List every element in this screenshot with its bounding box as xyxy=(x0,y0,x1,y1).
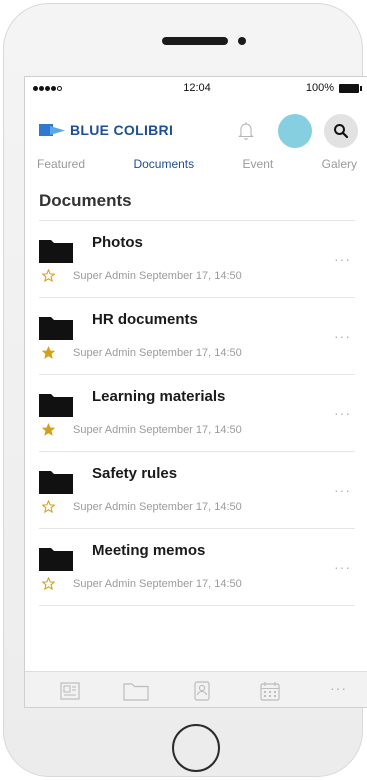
bell-icon[interactable] xyxy=(238,121,254,141)
more-options-icon[interactable]: ··· xyxy=(334,559,351,575)
phone-frame: 12:04 100% BLUE COLIBRI Featured Documen… xyxy=(3,3,367,777)
more-options-icon[interactable]: ··· xyxy=(334,251,351,267)
document-meta: Super Admin September 17, 14:50 xyxy=(73,270,242,282)
star-filled-icon[interactable] xyxy=(42,346,55,359)
document-title: Safety rules xyxy=(92,465,178,482)
calendar-icon[interactable] xyxy=(259,681,281,701)
battery-indicator: 100% xyxy=(305,82,362,94)
list-item[interactable]: HR documents Super Admin September 17, 1… xyxy=(39,298,355,375)
folder-icon xyxy=(39,548,73,571)
document-title: Learning materials xyxy=(92,388,226,405)
folder-icon xyxy=(39,394,73,417)
tab-featured[interactable]: Featured xyxy=(37,157,85,177)
document-title: Meeting memos xyxy=(92,542,206,559)
contacts-icon[interactable] xyxy=(191,681,213,701)
brand-logo[interactable]: BLUE COLIBRI xyxy=(39,122,173,138)
list-item[interactable]: Learning materials Super Admin September… xyxy=(39,375,355,452)
list-item[interactable]: Photos Super Admin September 17, 14:50 ·… xyxy=(39,221,355,298)
star-outline-icon[interactable] xyxy=(42,500,55,513)
tab-documents[interactable]: Documents xyxy=(133,157,194,177)
app-screen: 12:04 100% BLUE COLIBRI Featured Documen… xyxy=(24,76,367,708)
more-nav-icon[interactable]: ··· xyxy=(330,680,347,696)
folder-nav-icon[interactable] xyxy=(123,681,149,701)
brand-name: BLUE COLIBRI xyxy=(70,122,174,138)
folder-icon xyxy=(39,471,73,494)
more-options-icon[interactable]: ··· xyxy=(334,482,351,498)
document-meta: Super Admin September 17, 14:50 xyxy=(73,424,242,436)
status-bar: 12:04 100% xyxy=(25,77,367,103)
front-camera xyxy=(238,37,246,45)
document-title: HR documents xyxy=(92,311,198,328)
page-title: Documents xyxy=(39,191,132,210)
more-options-icon[interactable]: ··· xyxy=(334,405,351,421)
speaker-grille xyxy=(162,37,228,45)
home-button[interactable] xyxy=(172,724,220,772)
documents-list: Photos Super Admin September 17, 14:50 ·… xyxy=(25,221,367,606)
list-item[interactable]: Meeting memos Super Admin September 17, … xyxy=(39,529,355,606)
bottom-nav: ··· xyxy=(25,671,367,707)
user-avatar[interactable] xyxy=(278,114,312,148)
document-meta: Super Admin September 17, 14:50 xyxy=(73,501,242,513)
search-button[interactable] xyxy=(324,114,358,148)
star-outline-icon[interactable] xyxy=(42,577,55,590)
news-icon[interactable] xyxy=(59,681,81,701)
document-meta: Super Admin September 17, 14:50 xyxy=(73,578,242,590)
folder-icon xyxy=(39,240,73,263)
battery-percent: 100% xyxy=(305,82,334,94)
list-item[interactable]: Safety rules Super Admin September 17, 1… xyxy=(39,452,355,529)
document-title: Photos xyxy=(92,234,143,251)
battery-icon xyxy=(339,83,362,93)
star-filled-icon[interactable] xyxy=(42,423,55,436)
folder-icon xyxy=(39,317,73,340)
document-meta: Super Admin September 17, 14:50 xyxy=(73,347,242,359)
colibri-logo-icon xyxy=(39,123,65,137)
star-outline-icon[interactable] xyxy=(42,269,55,282)
search-icon xyxy=(334,124,349,139)
tab-event[interactable]: Event xyxy=(243,157,274,177)
tab-galery[interactable]: Galery xyxy=(322,157,357,177)
app-header: BLUE COLIBRI xyxy=(25,109,367,153)
category-tabs: Featured Documents Event Galery xyxy=(25,157,367,177)
more-options-icon[interactable]: ··· xyxy=(334,328,351,344)
